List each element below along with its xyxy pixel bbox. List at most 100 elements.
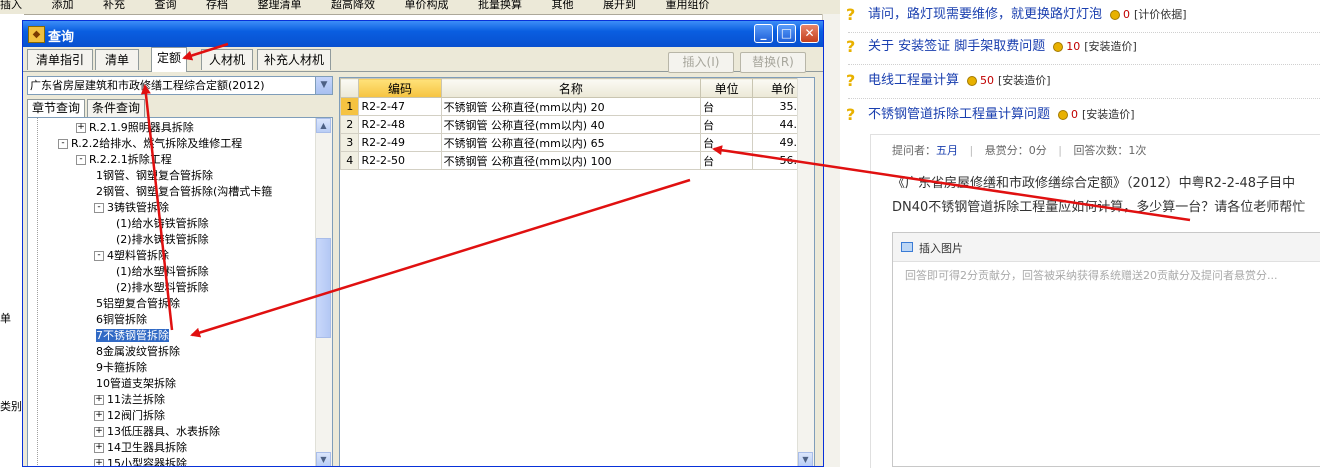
bg-toolbar-add[interactable]: 添加 xyxy=(52,0,74,11)
tab-chapter-query[interactable]: 章节查询 xyxy=(27,99,85,118)
table-row[interactable]: 4 R2-2-50 不锈钢管 公称直径(mm以内) 100 台 56.38 xyxy=(340,151,814,170)
dialog-titlebar[interactable]: ◆ 查询 _ □ ✕ xyxy=(23,21,823,47)
bg-toolbar-query[interactable]: 查询 xyxy=(155,0,177,11)
bg-toolbar-height[interactable]: 超高降效 xyxy=(331,0,375,11)
tab-condition-query[interactable]: 条件查询 xyxy=(87,99,145,117)
question-link[interactable]: 电线工程量计算 xyxy=(868,73,959,88)
column-header-name[interactable]: 名称 xyxy=(440,78,702,98)
expand-icon[interactable]: + xyxy=(76,123,86,133)
tree-node[interactable]: +15小型容器拆除 xyxy=(94,456,187,466)
insert-image-button[interactable]: 插入图片 xyxy=(919,240,963,256)
question-list-item: ? 关于 安装签证 脚手架取费问题 10 [安装造价] xyxy=(846,32,1137,62)
insert-button[interactable]: 插入(I) xyxy=(668,52,734,73)
question-mark-icon: ? xyxy=(846,5,856,24)
column-header-unit[interactable]: 单位 xyxy=(700,78,754,98)
tab-labor-material-machine[interactable]: 人材机 xyxy=(201,49,253,70)
question-link[interactable]: 请问，路灯现需要维修，就更换路灯灯泡 xyxy=(868,7,1102,22)
scroll-down-icon[interactable]: ▼ xyxy=(316,452,331,466)
tree-node[interactable]: 10管道支架拆除 xyxy=(96,376,176,392)
bg-toolbar-other[interactable]: 其他 xyxy=(552,0,574,11)
column-header-code[interactable]: 编码 xyxy=(358,78,442,98)
bg-toolbar-insert[interactable]: 插入 xyxy=(0,0,22,11)
question-mark-icon: ? xyxy=(846,37,856,56)
tab-list[interactable]: 清单 xyxy=(95,49,139,70)
tree-node[interactable]: - R.2.2给排水、燃气拆除及维修工程 xyxy=(58,136,242,152)
scroll-up-icon[interactable]: ▲ xyxy=(316,118,331,133)
expand-icon[interactable]: + xyxy=(94,443,104,453)
question-list-item: ? 请问，路灯现需要维修，就更换路灯灯泡 0 [计价依据] xyxy=(846,0,1187,30)
scroll-down-icon[interactable]: ▼ xyxy=(798,452,813,466)
collapse-icon[interactable]: - xyxy=(58,139,68,149)
collapse-icon[interactable]: - xyxy=(94,251,104,261)
collapse-icon[interactable]: - xyxy=(76,155,86,165)
tree-scroll-thumb[interactable] xyxy=(316,238,331,338)
question-score: 10 xyxy=(1066,40,1081,53)
tree-node-label: 10管道支架拆除 xyxy=(96,377,176,390)
table-row[interactable]: 3 R2-2-49 不锈钢管 公称直径(mm以内) 65 台 49.77 xyxy=(340,133,814,152)
grid-scrollbar[interactable]: ▼ xyxy=(797,78,814,466)
answer-editor[interactable]: 插入图片 回答即可得2分贡献分，回答被采纳获得系统赠送20贡献分及提问者悬赏分.… xyxy=(892,232,1320,467)
bg-toolbar-supplement[interactable]: 补充 xyxy=(103,0,125,11)
tree-node[interactable]: - R.2.2.1拆除工程 xyxy=(76,152,172,168)
expand-icon[interactable]: + xyxy=(94,411,104,421)
table-row[interactable]: 1 R2-2-47 不锈钢管 公称直径(mm以内) 20 台 35.58 xyxy=(340,97,814,116)
question-category[interactable]: [计价依据] xyxy=(1134,8,1187,21)
bg-toolbar-batch[interactable]: 批量换算 xyxy=(478,0,522,11)
tree-node[interactable]: (2)排水铸铁管拆除 xyxy=(116,232,209,248)
tree-node[interactable]: 9卡箍拆除 xyxy=(96,360,147,376)
row-number: 2 xyxy=(340,115,360,134)
tree-node[interactable]: 8金属波纹管拆除 xyxy=(96,344,180,360)
tree-node-label: 2钢管、钢塑复合管拆除(沟槽式卡箍 xyxy=(96,185,273,198)
cell-name: 不锈钢管 公称直径(mm以内) 100 xyxy=(440,151,702,170)
tree-guide-line xyxy=(37,118,38,466)
tree-node[interactable]: 1钢管、钢塑复合管拆除 xyxy=(96,168,213,184)
tree-node-label: (2)排水铸铁管拆除 xyxy=(116,233,209,246)
question-category[interactable]: [安装造价] xyxy=(1084,40,1137,53)
tab-list-guide[interactable]: 清单指引 xyxy=(27,49,93,70)
chevron-down-icon[interactable]: ▼ xyxy=(315,77,332,94)
maximize-button[interactable]: □ xyxy=(777,24,796,43)
bg-toolbar-expand[interactable]: 展开到 xyxy=(603,0,636,11)
tree-node[interactable]: +13低压器具、水表拆除 xyxy=(94,424,220,440)
replace-button[interactable]: 替换(R) xyxy=(740,52,806,73)
cell-name: 不锈钢管 公称直径(mm以内) 40 xyxy=(440,115,702,134)
tree-node[interactable]: + R.2.1.9照明器具拆除 xyxy=(76,120,194,136)
tree-node[interactable]: -3铸铁管拆除 xyxy=(94,200,169,216)
bg-toolbar-organize[interactable]: 整理清单 xyxy=(258,0,302,11)
tree-node[interactable]: -4塑料管拆除 xyxy=(94,248,169,264)
expand-icon[interactable]: + xyxy=(94,459,104,466)
image-icon[interactable] xyxy=(901,242,913,252)
tab-quota[interactable]: 定额 xyxy=(151,47,187,72)
tree-node-label: 12阀门拆除 xyxy=(107,409,165,422)
tree-node-label: 1钢管、钢塑复合管拆除 xyxy=(96,169,213,182)
question-category[interactable]: [安装造价] xyxy=(1082,108,1135,121)
tree-node[interactable]: (2)排水塑料管拆除 xyxy=(116,280,209,296)
tree-node[interactable]: 7不锈钢管拆除 xyxy=(96,328,169,344)
tree-scrollbar[interactable]: ▲ ▼ xyxy=(315,118,332,466)
tree-node[interactable]: +14卫生器具拆除 xyxy=(94,440,187,456)
minimize-button[interactable]: _ xyxy=(754,24,773,43)
tree-node[interactable]: +11法兰拆除 xyxy=(94,392,165,408)
tree-node[interactable]: +12阀门拆除 xyxy=(94,408,165,424)
bg-toolbar-reuse[interactable]: 重用组价 xyxy=(666,0,710,11)
tree-node[interactable]: (1)给水塑料管拆除 xyxy=(116,264,209,280)
quota-library-select[interactable]: 广东省房屋建筑和市政修缮工程综合定额(2012) ▼ xyxy=(27,76,333,95)
tree-node[interactable]: 6铜管拆除 xyxy=(96,312,147,328)
bg-toolbar-unit-price[interactable]: 单价构成 xyxy=(405,0,449,11)
expand-icon[interactable]: + xyxy=(94,395,104,405)
tree-node[interactable]: 2钢管、钢塑复合管拆除(沟槽式卡箍 xyxy=(96,184,272,200)
expand-icon[interactable]: + xyxy=(94,427,104,437)
asker-name[interactable]: 五月 xyxy=(936,144,958,157)
tab-supplementary-labor-material[interactable]: 补充人材机 xyxy=(257,49,331,70)
question-link[interactable]: 关于 安装签证 脚手架取费问题 xyxy=(868,39,1045,54)
tree-node[interactable]: 5铝塑复合管拆除 xyxy=(96,296,180,312)
question-link[interactable]: 不锈钢管道拆除工程量计算问题 xyxy=(868,107,1050,122)
tree-node[interactable]: (1)给水铸铁管拆除 xyxy=(116,216,209,232)
collapse-icon[interactable]: - xyxy=(94,203,104,213)
close-button[interactable]: ✕ xyxy=(800,24,819,43)
table-row[interactable]: 2 R2-2-48 不锈钢管 公称直径(mm以内) 40 台 44.16 xyxy=(340,115,814,134)
question-body: 《广东省房屋修缮和市政修缮综合定额》（2012）中粤R2-2-48子目中 DN4… xyxy=(892,172,1320,220)
bg-left-text: 类别 xyxy=(0,400,22,413)
bg-toolbar-archive[interactable]: 存档 xyxy=(206,0,228,11)
question-category[interactable]: [安装造价] xyxy=(998,74,1051,87)
